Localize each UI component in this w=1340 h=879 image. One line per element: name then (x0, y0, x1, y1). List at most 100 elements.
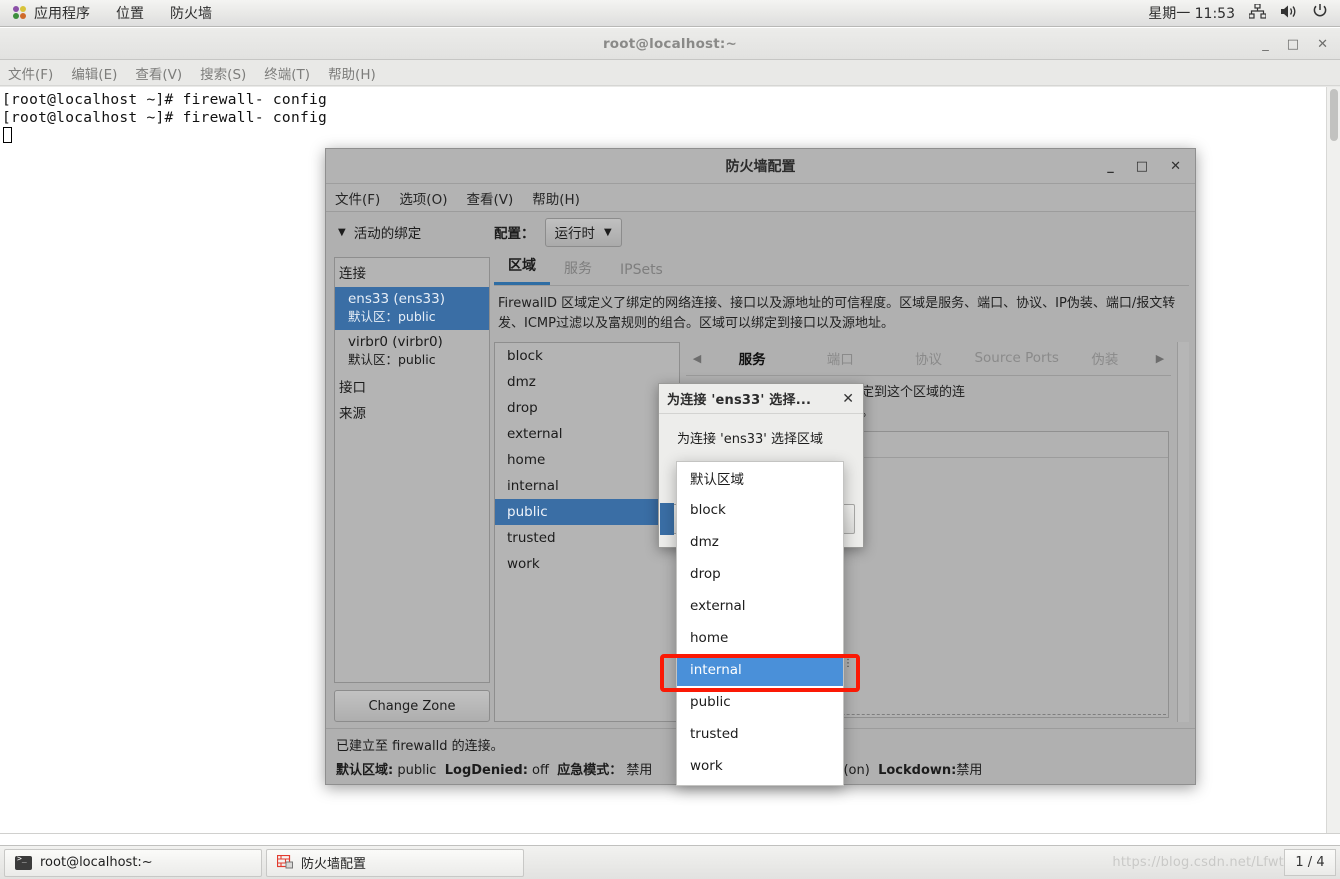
dropdown-option-block[interactable]: block (677, 494, 843, 526)
network-icon[interactable] (1248, 2, 1267, 23)
desktop-gap (0, 833, 1340, 845)
terminal-menu-search[interactable]: 搜索(S) (192, 63, 256, 83)
lockdown-value: 禁用 (956, 763, 983, 778)
connection-item-virbr0[interactable]: virbr0 (virbr0) 默认区：public (335, 330, 489, 373)
dropdown-option-work[interactable]: work (677, 750, 843, 782)
tab-scroll-left-icon[interactable]: ◀ (686, 352, 708, 365)
dropdown-option-public[interactable]: public (677, 686, 843, 718)
taskbar-item-firewall[interactable]: 防火墙配置 (266, 848, 524, 877)
inner-tab-protocols[interactable]: 协议 (884, 348, 972, 370)
terminal-menu-help[interactable]: 帮助(H) (320, 63, 386, 83)
zone-list[interactable]: block dmz drop external home internal pu… (494, 342, 680, 722)
zone-item-home[interactable]: home (495, 447, 679, 473)
places-menu[interactable]: 位置 (103, 0, 157, 27)
zone-dropdown-list[interactable]: 默认区域 block dmz drop external home intern… (676, 461, 853, 786)
dropdown-option-external[interactable]: external (677, 590, 843, 622)
terminal-minimize-button[interactable]: _ (1262, 37, 1269, 52)
taskbar: root@localhost:~ 防火墙配置 https://blog.csdn… (0, 845, 1340, 879)
close-icon[interactable]: ✕ (842, 391, 854, 407)
connection-default-zone: 默认区：public (348, 309, 436, 324)
change-zone-button[interactable]: Change Zone (334, 690, 490, 722)
terminal-scrollbar-thumb[interactable] (1330, 89, 1338, 141)
configuration-dropdown[interactable]: 运行时 ▼ (544, 217, 622, 247)
inner-tab-bar: ◀ 服务 端口 协议 Source Ports 伪装 ▶ (686, 342, 1171, 376)
applications-logo-icon (13, 6, 27, 20)
firewall-close-button[interactable]: ✕ (1170, 159, 1181, 174)
terminal-menu-file[interactable]: 文件(F) (0, 63, 63, 83)
configuration-value: 运行时 (554, 226, 596, 242)
connections-list[interactable]: 连接 ens33 (ens33) 默认区：public virbr0 (virb… (334, 257, 490, 683)
chevron-down-icon: ▼ (604, 226, 612, 238)
terminal-maximize-button[interactable]: □ (1287, 37, 1299, 52)
zone-item-dmz[interactable]: dmz (495, 369, 679, 395)
panic-mode-value: 禁用 (626, 763, 653, 778)
workspace-indicator[interactable]: 1 / 4 (1284, 849, 1336, 876)
firewall-titlebar[interactable]: 防火墙配置 _ □ ✕ (326, 149, 1195, 184)
taskbar-item-label: 防火墙配置 (301, 857, 367, 872)
current-app-menu[interactable]: 防火墙 (157, 0, 225, 27)
connection-name: ens33 (ens33) (348, 291, 445, 307)
terminal-menu-view[interactable]: 查看(V) (127, 63, 192, 83)
zone-item-work[interactable]: work (495, 551, 679, 577)
tab-zones[interactable]: 区域 (494, 255, 550, 285)
dropdown-option-dmz[interactable]: dmz (677, 526, 843, 558)
tab-scroll-right-icon[interactable]: ▶ (1149, 352, 1171, 365)
logdenied-value: off (532, 763, 549, 778)
dropdown-option-home[interactable]: home (677, 622, 843, 654)
firewall-minimize-button[interactable]: _ (1107, 159, 1114, 174)
zone-item-trusted[interactable]: trusted (495, 525, 679, 551)
zone-item-external[interactable]: external (495, 421, 679, 447)
connection-item-ens33[interactable]: ens33 (ens33) 默认区：public (335, 287, 489, 330)
default-zone-label: 默认区域: (336, 763, 394, 778)
clock[interactable]: 星期一 11:53 (1148, 3, 1235, 23)
zone-item-drop[interactable]: drop (495, 395, 679, 421)
inner-tab-services[interactable]: 服务 (708, 348, 796, 370)
terminal-menu-terminal[interactable]: 终端(T) (256, 63, 320, 83)
inner-tab-ports[interactable]: 端口 (796, 348, 884, 370)
terminal-scrollbar[interactable] (1326, 87, 1340, 833)
dropdown-option-default-zone[interactable]: 默认区域 (677, 462, 843, 494)
inner-tab-source-ports[interactable]: Source Ports (973, 350, 1061, 368)
zone-description: FirewallD 区域定义了绑定的网络连接、接口以及源地址的可信程度。区域是服… (498, 296, 1176, 331)
firewall-menu-view[interactable]: 查看(V) (457, 188, 523, 208)
connection-name: virbr0 (virbr0) (348, 334, 443, 350)
firewall-menu-help[interactable]: 帮助(H) (523, 188, 590, 208)
applications-menu[interactable]: 应用程序 (0, 0, 103, 27)
terminal-icon (15, 854, 32, 870)
dropdown-option-trusted[interactable]: trusted (677, 718, 843, 750)
places-menu-label: 位置 (116, 6, 144, 22)
interfaces-section-label[interactable]: 接口 (335, 373, 489, 399)
active-bindings-label: 活动的绑定 (353, 226, 422, 242)
firewall-menu-options[interactable]: 选项(O) (390, 188, 457, 208)
terminal-titlebar[interactable]: root@localhost:~ _ □ ✕ (0, 28, 1340, 60)
terminal-close-button[interactable]: ✕ (1317, 37, 1328, 52)
lockdown-label: Lockdown: (878, 763, 957, 778)
firewall-menu-file[interactable]: 文件(F) (326, 188, 390, 208)
volume-icon[interactable] (1280, 4, 1298, 23)
tab-services[interactable]: 服务 (550, 258, 606, 285)
terminal-cursor-line (2, 127, 1340, 145)
current-app-label: 防火墙 (170, 6, 212, 22)
tab-ipsets[interactable]: IPSets (606, 262, 677, 285)
dropdown-option-internal[interactable]: internal (677, 654, 843, 686)
sources-section-label[interactable]: 来源 (335, 399, 489, 425)
taskbar-item-label: root@localhost:~ (40, 855, 153, 870)
zone-item-block[interactable]: block (495, 343, 679, 369)
terminal-menu-edit[interactable]: 编辑(E) (63, 63, 127, 83)
firewall-maximize-button[interactable]: □ (1136, 159, 1148, 174)
configuration-label: 配置： (494, 226, 535, 242)
firewall-window-title: 防火墙配置 (725, 159, 796, 175)
zone-detail-scrollbar[interactable] (1177, 342, 1189, 722)
zone-item-public[interactable]: public (495, 499, 679, 525)
dialog-titlebar[interactable]: 为连接 'ens33' 选择... ✕ (659, 384, 863, 414)
zone-item-internal[interactable]: internal (495, 473, 679, 499)
firewall-window-controls: _ □ ✕ (1107, 149, 1181, 184)
taskbar-item-terminal[interactable]: root@localhost:~ (4, 848, 262, 877)
power-icon[interactable] (1312, 3, 1328, 23)
active-bindings-toggle[interactable]: ▼ 活动的绑定 (326, 222, 488, 242)
inner-tab-masquerade[interactable]: 伪装 (1061, 348, 1149, 370)
gnome-top-panel: 应用程序 位置 防火墙 星期一 11:53 (0, 0, 1340, 27)
panic-mode-label: 应急模式： (557, 763, 623, 778)
dropdown-option-drop[interactable]: drop (677, 558, 843, 590)
default-zone-value: public (397, 763, 437, 778)
